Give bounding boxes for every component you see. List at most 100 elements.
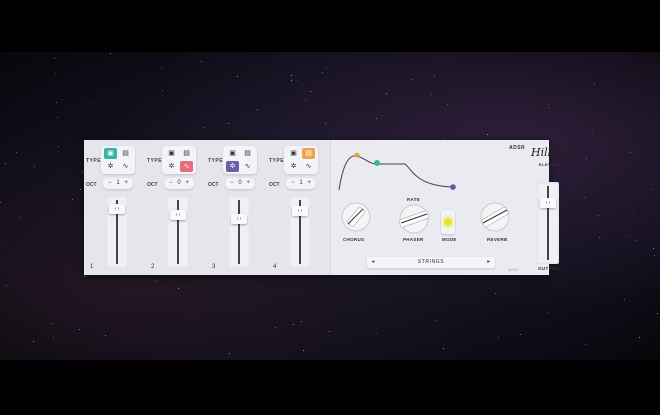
star	[293, 323, 295, 325]
oscillator-type-selector[interactable]: ▣ ▤ ✲ ∿	[223, 146, 257, 174]
star	[495, 292, 497, 294]
reverb-label: REVERB	[487, 237, 508, 242]
square-wave-icon[interactable]: ▣	[104, 148, 117, 159]
channel-number: 4	[273, 264, 277, 270]
chorus-knob[interactable]	[339, 200, 373, 234]
fader-handle[interactable]: ‹ ›	[292, 206, 308, 216]
oct-plus-button[interactable]: +	[185, 178, 189, 189]
star	[19, 217, 21, 219]
waveform-icon[interactable]: ▤	[119, 148, 132, 159]
sine-wave-icon[interactable]: ∿	[180, 161, 193, 172]
preset-selector[interactable]: ◂ STRINGS ▸	[367, 257, 495, 268]
star	[302, 349, 304, 351]
star	[110, 52, 112, 54]
star	[329, 331, 331, 333]
star	[90, 102, 92, 104]
star	[583, 196, 585, 198]
octave-stepper[interactable]: − 0 +	[225, 178, 255, 189]
waveform-icon[interactable]: ▤	[302, 148, 315, 159]
oct-plus-button[interactable]: +	[307, 178, 311, 189]
brand-sub: ELEVNA	[539, 162, 558, 167]
star	[56, 102, 58, 104]
star	[58, 146, 60, 148]
oct-plus-button[interactable]: +	[124, 178, 128, 189]
fader-handle[interactable]: ‹ ›	[170, 210, 186, 220]
channel-strips: TYPE ▣ ▤ ✲ ∿ OCT − 1 + ‹ › 1 TYPE ▣ ▤ ✲ …	[84, 140, 328, 275]
decay-handle[interactable]	[374, 160, 380, 166]
oscillator-type-selector[interactable]: ▣ ▤ ✲ ∿	[101, 146, 135, 174]
star	[79, 188, 81, 190]
star	[156, 280, 158, 282]
star	[633, 210, 635, 212]
star	[237, 75, 239, 77]
star	[105, 335, 107, 337]
channel-strip-4: TYPE ▣ ▤ ✲ ∿ OCT − 1 + ‹ › 4	[267, 140, 328, 275]
type-label: TYPE	[147, 158, 163, 164]
star	[656, 313, 658, 315]
square-wave-icon[interactable]: ▣	[165, 148, 178, 159]
oct-minus-button[interactable]: −	[169, 178, 173, 189]
gear-icon[interactable]: ✲	[165, 161, 178, 172]
next-preset-arrow-icon[interactable]: ▸	[485, 257, 493, 268]
output-fader[interactable]: ‹ ›	[537, 182, 559, 264]
waveform-icon[interactable]: ▤	[180, 148, 193, 159]
phaser-knob[interactable]	[395, 202, 433, 236]
mode-led-icon	[444, 218, 452, 226]
level-fader[interactable]: ‹ ›	[167, 196, 189, 268]
star	[548, 311, 550, 313]
star	[2, 242, 4, 244]
octave-stepper[interactable]: − 1 +	[286, 178, 316, 189]
fader-handle[interactable]: ‹ ›	[109, 204, 125, 214]
reverb-knob[interactable]	[477, 200, 513, 234]
star	[599, 236, 601, 238]
star	[160, 67, 162, 69]
star	[446, 103, 448, 105]
level-fader[interactable]: ‹ ›	[228, 196, 250, 268]
release-handle[interactable]	[450, 184, 456, 190]
phaser-label: PHASER	[403, 237, 424, 242]
adsr-label: ADSR	[509, 145, 526, 151]
star	[218, 60, 220, 62]
star	[376, 333, 378, 335]
star	[15, 151, 17, 153]
attack-handle[interactable]	[354, 152, 360, 158]
gear-icon[interactable]: ✲	[287, 161, 300, 172]
square-wave-icon[interactable]: ▣	[287, 148, 300, 159]
oct-minus-button[interactable]: −	[230, 178, 234, 189]
fader-handle[interactable]: ‹ ›	[231, 214, 247, 224]
star	[547, 106, 549, 108]
waveform-icon[interactable]: ▤	[241, 148, 254, 159]
sine-wave-icon[interactable]: ∿	[119, 161, 132, 172]
octave-stepper[interactable]: − 0 +	[164, 178, 194, 189]
letterbox-top	[0, 0, 660, 52]
oscillator-type-selector[interactable]: ▣ ▤ ✲ ∿	[284, 146, 318, 174]
star	[624, 299, 626, 301]
star	[275, 327, 277, 329]
oct-plus-button[interactable]: +	[246, 178, 250, 189]
star	[386, 92, 388, 94]
gear-icon[interactable]: ✲	[104, 161, 117, 172]
oct-minus-button[interactable]: −	[291, 178, 295, 189]
brand-logo: Hillman	[531, 146, 576, 159]
mode-switch[interactable]	[441, 210, 455, 234]
star	[653, 254, 655, 256]
star	[203, 126, 205, 128]
oct-minus-button[interactable]: −	[108, 178, 112, 189]
star	[591, 133, 593, 135]
sine-wave-icon[interactable]: ∿	[302, 161, 315, 172]
star	[630, 152, 632, 154]
output-fader-handle[interactable]: ‹ ›	[540, 198, 556, 208]
effects-panel: ADSR Hillman ELEVNA CHORUS RATE PHASER M…	[330, 140, 575, 275]
adsr-envelope-graph[interactable]	[335, 144, 465, 196]
oct-value: 1	[116, 180, 120, 186]
sine-wave-icon[interactable]: ∿	[241, 161, 254, 172]
oscillator-type-selector[interactable]: ▣ ▤ ✲ ∿	[162, 146, 196, 174]
star	[53, 58, 55, 60]
star	[56, 116, 58, 118]
gear-icon[interactable]: ✲	[226, 161, 239, 172]
level-fader[interactable]: ‹ ›	[106, 196, 128, 268]
level-fader[interactable]: ‹ ›	[289, 196, 311, 268]
octave-stepper[interactable]: − 1 +	[103, 178, 133, 189]
star	[0, 202, 2, 204]
square-wave-icon[interactable]: ▣	[226, 148, 239, 159]
